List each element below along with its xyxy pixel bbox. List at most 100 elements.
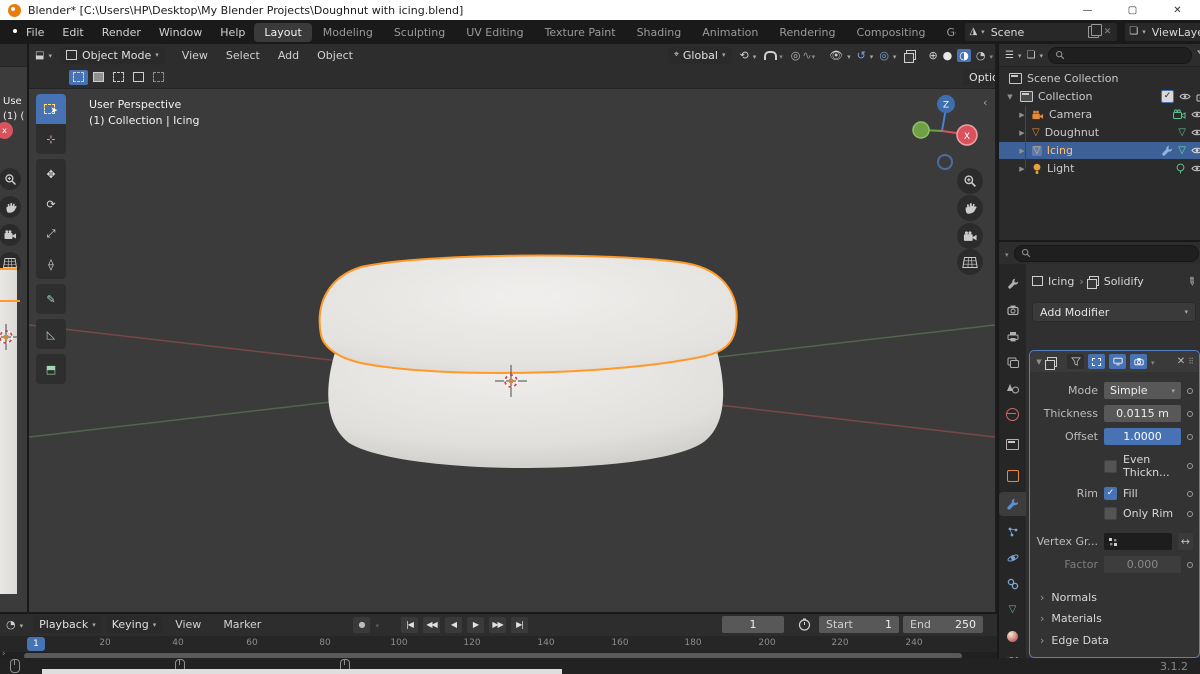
- select-mode-set-button[interactable]: [69, 69, 88, 85]
- toggle-on-cage[interactable]: [1067, 354, 1084, 369]
- tab-world[interactable]: [999, 402, 1026, 426]
- pin-icon[interactable]: ✎: [1184, 273, 1199, 289]
- tool-select-box[interactable]: ➤: [36, 94, 66, 124]
- workspace-tab-texture-paint[interactable]: Texture Paint: [535, 23, 626, 42]
- transform-orientation-dropdown[interactable]: ⌖ Global: [667, 46, 732, 64]
- sliver-pan-icon[interactable]: [0, 196, 21, 218]
- menu-render[interactable]: Render: [93, 26, 150, 39]
- remove-scene-icon[interactable]: ✕: [1102, 27, 1114, 37]
- outliner-filter-mode-dropdown[interactable]: ❏: [1026, 50, 1042, 61]
- animate-dot[interactable]: [1187, 410, 1193, 417]
- restore-button[interactable]: ▢: [1110, 0, 1155, 20]
- workspace-tab-modeling[interactable]: Modeling: [313, 23, 383, 42]
- shading-dropdown[interactable]: [989, 49, 993, 62]
- thickness-field[interactable]: 0.0115 m: [1104, 405, 1181, 422]
- tab-constraints[interactable]: [999, 572, 1026, 596]
- menu-file[interactable]: File: [17, 26, 53, 39]
- outliner-row-light[interactable]: ▶ Light: [999, 160, 1200, 177]
- toggle-realtime[interactable]: [1109, 354, 1126, 369]
- tab-object-data[interactable]: ▽: [999, 598, 1026, 622]
- view-layer-selector[interactable]: ❏ ViewLayer ✕: [1125, 23, 1200, 41]
- outliner-row-collection[interactable]: ▼ Collection ✓: [999, 88, 1200, 105]
- workspace-tab-animation[interactable]: Animation: [692, 23, 768, 42]
- modifier-extras-dropdown[interactable]: [1151, 355, 1155, 368]
- collection-checkbox[interactable]: ✓: [1161, 90, 1174, 103]
- tool-rotate[interactable]: ⟳: [36, 189, 66, 219]
- tab-view-layer[interactable]: [999, 350, 1026, 374]
- tab-tool[interactable]: [999, 272, 1026, 296]
- sliver-gizmo-x-ball[interactable]: x: [0, 122, 13, 139]
- minimize-button[interactable]: —: [1065, 0, 1110, 20]
- overlays-toggle[interactable]: ◎: [879, 49, 896, 62]
- tab-scene[interactable]: [999, 376, 1026, 400]
- tool-cursor[interactable]: ⊹: [36, 124, 66, 154]
- play-button[interactable]: ▶: [467, 616, 484, 633]
- tool-measure[interactable]: ◺: [36, 319, 66, 349]
- fill-checkbox[interactable]: ✓: [1104, 487, 1117, 500]
- tab-render[interactable]: [999, 298, 1026, 322]
- sliver-camera-view-icon[interactable]: [0, 224, 21, 246]
- tab-collection-properties[interactable]: [999, 432, 1026, 456]
- shading-solid-button[interactable]: ●: [943, 49, 953, 62]
- menu-select[interactable]: Select: [217, 49, 269, 62]
- section-materials[interactable]: Materials: [1030, 607, 1199, 629]
- properties-search-input[interactable]: [1013, 244, 1200, 262]
- editor-type-icon[interactable]: ⬓: [35, 50, 52, 61]
- outliner-display-mode-dropdown[interactable]: ☰: [1005, 50, 1021, 61]
- falloff-dropdown[interactable]: ∿: [802, 49, 815, 62]
- outliner-row-scene-collection[interactable]: Scene Collection: [999, 70, 1200, 87]
- animate-dot[interactable]: [1187, 433, 1193, 440]
- animate-dot[interactable]: [1187, 387, 1193, 394]
- toggle-edit-mode[interactable]: [1088, 354, 1105, 369]
- perspective-toggle-icon[interactable]: [957, 249, 983, 275]
- tool-scale[interactable]: ⤢: [36, 219, 66, 249]
- mode-select[interactable]: Simple: [1104, 382, 1181, 399]
- show-object-types-dropdown[interactable]: 👁: [829, 49, 850, 62]
- select-mode-intersect-button[interactable]: [149, 69, 168, 85]
- outliner-row-icing-selected[interactable]: ▶ ▽ Icing ▽: [999, 142, 1200, 159]
- tab-particles[interactable]: [999, 520, 1026, 544]
- vertex-group-field[interactable]: [1104, 533, 1172, 550]
- next-keyframe-button[interactable]: ▶▶: [489, 616, 506, 633]
- workspace-tab-shading[interactable]: Shading: [627, 23, 692, 42]
- outliner-row-doughnut[interactable]: ▶ ▽ Doughnut ▽: [999, 124, 1200, 141]
- menu-help[interactable]: Help: [211, 26, 254, 39]
- gizmos-toggle[interactable]: ↺: [857, 49, 874, 62]
- hide-eye-icon[interactable]: [1191, 128, 1200, 137]
- breadcrumb-object[interactable]: Icing: [1048, 275, 1074, 288]
- close-button[interactable]: ✕: [1155, 0, 1200, 20]
- pivot-point-dropdown[interactable]: ⟲: [740, 49, 757, 62]
- marker-menu[interactable]: Marker: [214, 618, 270, 631]
- hide-eye-icon[interactable]: [1191, 110, 1200, 119]
- add-modifier-dropdown[interactable]: Add Modifier: [1032, 302, 1196, 322]
- tab-object[interactable]: [999, 464, 1026, 488]
- end-frame-field[interactable]: End 250: [903, 616, 983, 633]
- camera-view-icon[interactable]: [957, 223, 983, 249]
- timeline-ruler[interactable]: 20 40 60 80 100 120 140 160 180 200 220 …: [0, 636, 997, 652]
- secondary-viewport-sliver[interactable]: Use (1) ( x: [0, 44, 29, 612]
- outliner-row-camera[interactable]: ▶ Camera: [999, 106, 1200, 123]
- menu-edit[interactable]: Edit: [53, 26, 92, 39]
- hide-eye-icon[interactable]: [1191, 164, 1200, 173]
- offset-slider[interactable]: 1.0000: [1104, 428, 1181, 445]
- jump-to-end-button[interactable]: ▶|: [511, 616, 528, 633]
- toggle-render[interactable]: [1130, 354, 1147, 369]
- jump-to-start-button[interactable]: |◀: [401, 616, 418, 633]
- shading-material-button[interactable]: ◑: [957, 48, 971, 62]
- workspace-tab-sculpting[interactable]: Sculpting: [384, 23, 455, 42]
- select-mode-invert-button[interactable]: [129, 69, 148, 85]
- tool-move[interactable]: ✥: [36, 159, 66, 189]
- keying-menu[interactable]: Keying: [105, 616, 163, 633]
- playback-menu[interactable]: Playback: [33, 616, 102, 633]
- auto-keying-record-button[interactable]: ●: [353, 616, 371, 633]
- animate-dot[interactable]: [1187, 463, 1193, 469]
- tab-physics[interactable]: [999, 546, 1026, 570]
- sidebar-collapse-arrow[interactable]: ‹: [983, 96, 987, 109]
- pan-icon[interactable]: [957, 195, 983, 221]
- workspace-tab-rendering[interactable]: Rendering: [769, 23, 845, 42]
- xray-toggle[interactable]: [904, 50, 917, 63]
- stopwatch-icon[interactable]: [798, 618, 811, 631]
- workspace-tab-uv-editing[interactable]: UV Editing: [456, 23, 533, 42]
- hide-eye-icon[interactable]: [1179, 92, 1191, 101]
- mode-dropdown[interactable]: Object Mode: [59, 46, 165, 64]
